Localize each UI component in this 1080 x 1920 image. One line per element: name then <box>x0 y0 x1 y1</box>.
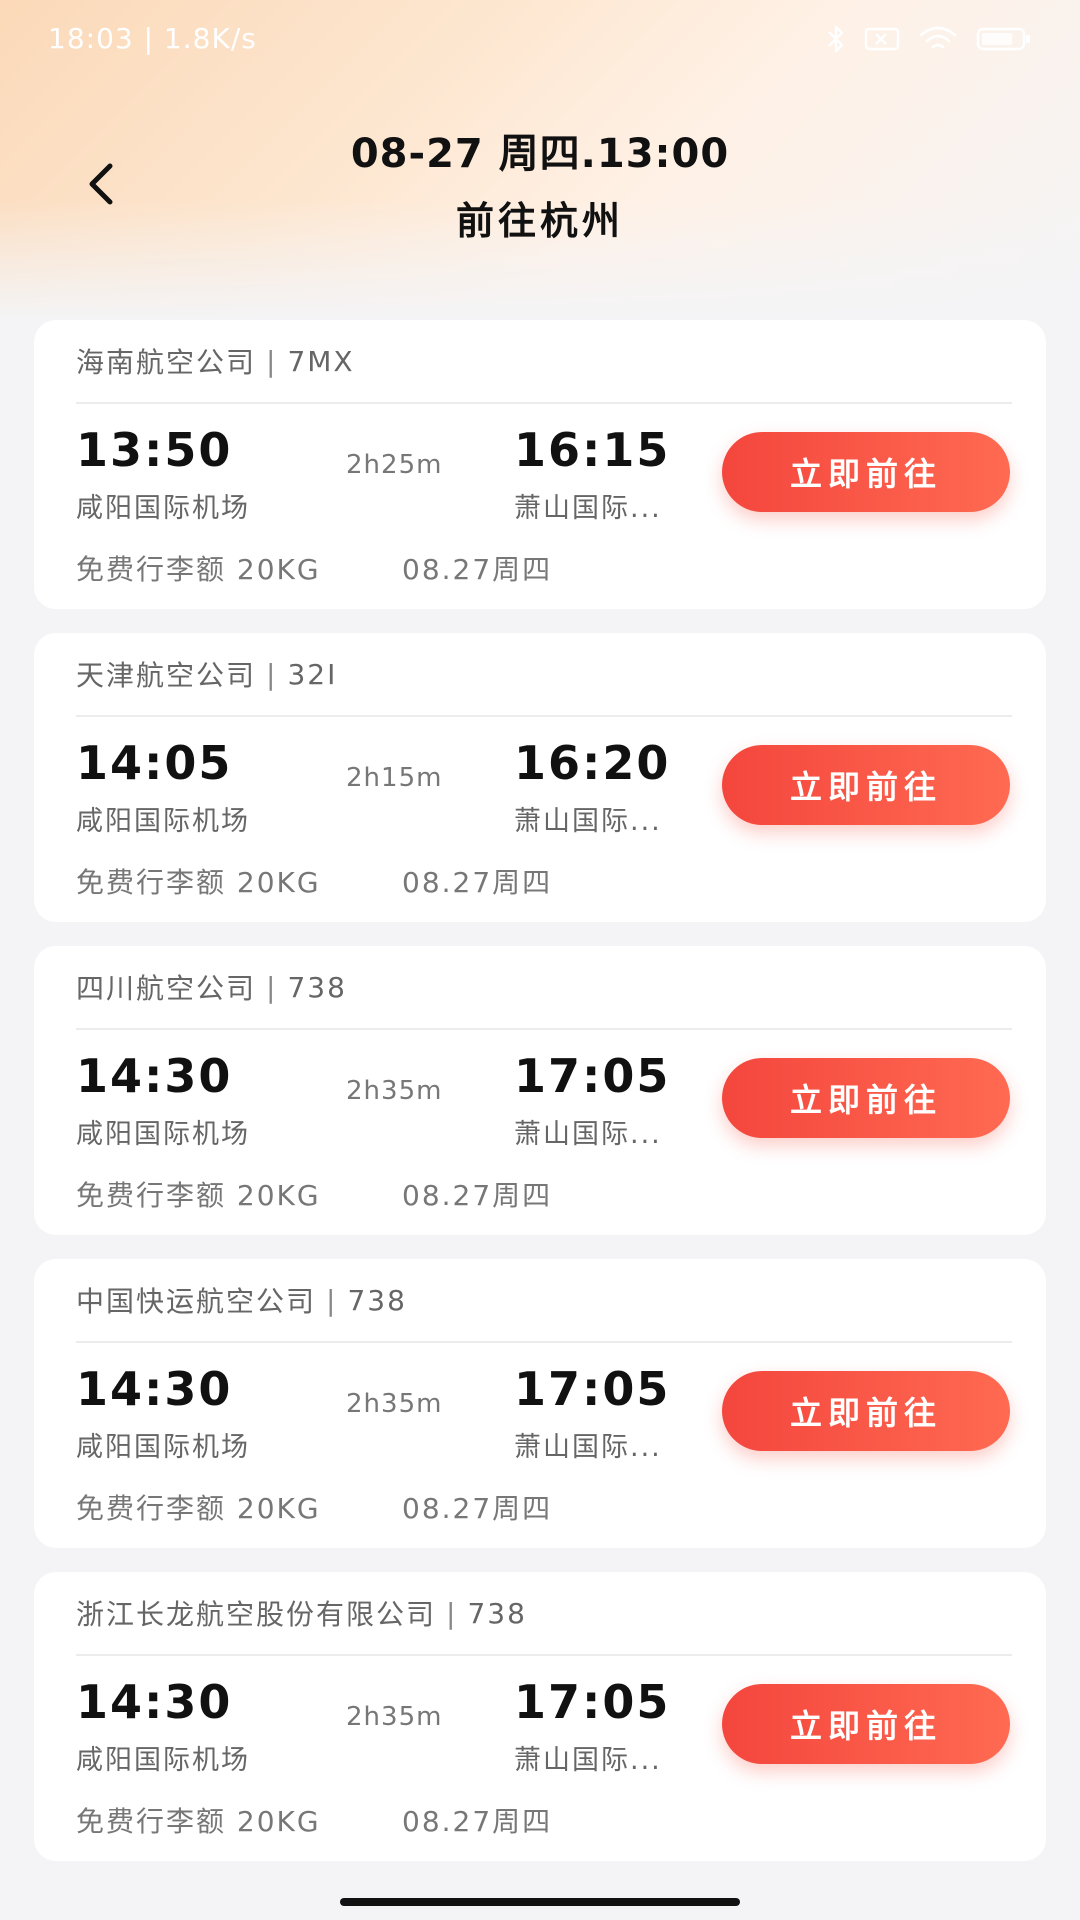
flight-duration: 2h35m <box>346 1389 443 1419</box>
arrival-airport: 萧山国际... <box>514 1745 662 1776</box>
departure-time: 14:30 <box>76 1675 233 1729</box>
arrival-time: 17:05 <box>514 1675 671 1729</box>
flight-card: 浙江长龙航空股份有限公司 | 738 14:30 2h35m 17:05 咸阳国… <box>34 1572 1046 1861</box>
flight-card: 四川航空公司 | 738 14:30 2h35m 17:05 咸阳国际机场 萧山… <box>34 946 1046 1235</box>
wifi-icon <box>918 25 958 53</box>
departure-time: 14:30 <box>76 1362 233 1416</box>
home-indicator[interactable] <box>340 1898 740 1906</box>
flight-date: 08.27周四 <box>402 1179 553 1212</box>
departure-airport: 咸阳国际机场 <box>76 1119 250 1150</box>
flight-card: 天津航空公司 | 32I 14:05 2h15m 16:20 咸阳国际机场 萧山… <box>34 633 1046 922</box>
flight-card: 海南航空公司 | 7MX 13:50 2h25m 16:15 咸阳国际机场 萧山… <box>34 320 1046 609</box>
header-separator: | <box>446 1596 458 1630</box>
go-now-button[interactable]: 立即前往 <box>722 1058 1010 1138</box>
flight-duration: 2h15m <box>346 763 443 793</box>
flight-card-header: 浙江长龙航空股份有限公司 | 738 <box>76 1572 1012 1656</box>
arrival-airport: 萧山国际... <box>514 806 662 837</box>
flight-list: 海南航空公司 | 7MX 13:50 2h25m 16:15 咸阳国际机场 萧山… <box>34 320 1046 1885</box>
battery-icon <box>976 26 1032 52</box>
arrival-time: 17:05 <box>514 1049 671 1103</box>
departure-airport: 咸阳国际机场 <box>76 493 250 524</box>
flight-card-header: 海南航空公司 | 7MX <box>76 320 1012 404</box>
header-separator: | <box>266 344 278 378</box>
status-icons <box>826 24 1032 54</box>
baggage-allowance: 免费行李额 20KG <box>76 1492 321 1525</box>
go-now-button[interactable]: 立即前往 <box>722 432 1010 512</box>
airline-name: 天津航空公司 <box>76 659 257 692</box>
page-title: 08-27 周四.13:00 前往杭州 <box>0 126 1080 248</box>
aircraft-type: 32I <box>287 657 338 691</box>
departure-time: 14:05 <box>76 736 233 790</box>
flight-date: 08.27周四 <box>402 866 553 899</box>
flight-duration: 2h35m <box>346 1702 443 1732</box>
arrival-time: 17:05 <box>514 1362 671 1416</box>
airline-name: 浙江长龙航空股份有限公司 <box>76 1598 437 1631</box>
flight-card: 中国快运航空公司 | 738 14:30 2h35m 17:05 咸阳国际机场 … <box>34 1259 1046 1548</box>
flight-date: 08.27周四 <box>402 553 553 586</box>
header-separator: | <box>326 1283 338 1317</box>
departure-airport: 咸阳国际机场 <box>76 806 250 837</box>
status-bar: 18:03 | 1.8K/s <box>0 0 1080 84</box>
aircraft-type: 738 <box>347 1283 407 1317</box>
flight-date: 08.27周四 <box>402 1492 553 1525</box>
bluetooth-icon <box>826 24 846 54</box>
go-now-button[interactable]: 立即前往 <box>722 1371 1010 1451</box>
flight-card-header: 天津航空公司 | 32I <box>76 633 1012 717</box>
flight-card-header: 四川航空公司 | 738 <box>76 946 1012 1030</box>
baggage-allowance: 免费行李额 20KG <box>76 866 321 899</box>
arrival-time: 16:20 <box>514 736 671 790</box>
departure-time: 14:30 <box>76 1049 233 1103</box>
aircraft-type: 7MX <box>287 344 355 378</box>
page-title-datetime: 08-27 周四.13:00 <box>350 131 730 177</box>
flight-duration: 2h25m <box>346 450 443 480</box>
arrival-airport: 萧山国际... <box>514 1119 662 1150</box>
flight-duration: 2h35m <box>346 1076 443 1106</box>
arrival-airport: 萧山国际... <box>514 1432 662 1463</box>
airline-name: 四川航空公司 <box>76 972 257 1005</box>
airline-name: 中国快运航空公司 <box>76 1285 317 1318</box>
aircraft-type: 738 <box>287 970 347 1004</box>
header-separator: | <box>266 657 278 691</box>
baggage-allowance: 免费行李额 20KG <box>76 553 321 586</box>
flight-date: 08.27周四 <box>402 1805 553 1838</box>
aircraft-type: 738 <box>467 1596 527 1630</box>
arrival-time: 16:15 <box>514 423 671 477</box>
sim-icon <box>864 26 900 52</box>
flight-card-header: 中国快运航空公司 | 738 <box>76 1259 1012 1343</box>
airline-name: 海南航空公司 <box>76 346 257 379</box>
baggage-allowance: 免费行李额 20KG <box>76 1805 321 1838</box>
header-separator: | <box>266 970 278 1004</box>
departure-time: 13:50 <box>76 423 233 477</box>
go-now-button[interactable]: 立即前往 <box>722 745 1010 825</box>
departure-airport: 咸阳国际机场 <box>76 1432 250 1463</box>
baggage-allowance: 免费行李额 20KG <box>76 1179 321 1212</box>
arrival-airport: 萧山国际... <box>514 493 662 524</box>
page-title-destination: 前往杭州 <box>455 199 624 243</box>
go-now-button[interactable]: 立即前往 <box>722 1684 1010 1764</box>
status-time-speed: 18:03 | 1.8K/s <box>48 22 257 55</box>
departure-airport: 咸阳国际机场 <box>76 1745 250 1776</box>
